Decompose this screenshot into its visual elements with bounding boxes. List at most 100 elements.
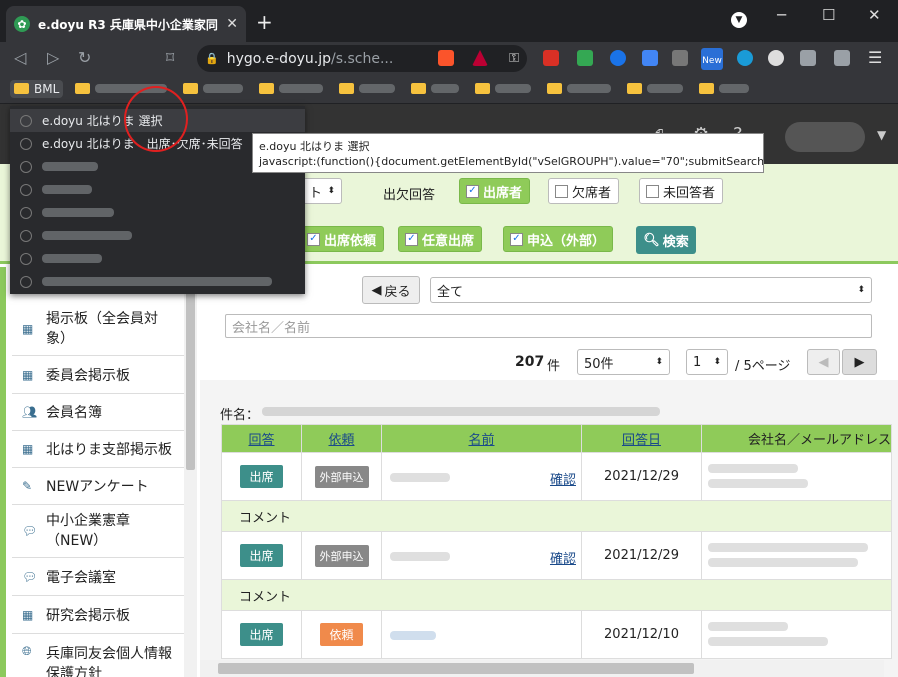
type-select[interactable]: ト ⬍ (302, 178, 342, 204)
browser-tab[interactable]: ✿ e.doyu R3 兵庫県中小企業家同友会 ✕ (6, 6, 246, 42)
request-checkbox-2[interactable]: ✓ 申込（外部） (503, 226, 614, 252)
tooltip-title: e.doyu 北はりま 選択 (259, 140, 370, 153)
globe-icon (20, 252, 32, 265)
attend-checkbox-0[interactable]: ✓ 出席者 (459, 178, 531, 204)
sidebar-item-study-board[interactable]: ▦ 研究会掲示板 (12, 596, 190, 634)
menu-item[interactable] (10, 201, 305, 224)
users-icon: 👥︎ (22, 405, 38, 419)
next-icon: ▶ (854, 354, 865, 370)
sidebar-item-board-all[interactable]: ▦ 掲示板（全会員対象） (12, 303, 190, 356)
confirm-link[interactable]: 確認 (550, 548, 576, 567)
extension-mouse-icon[interactable] (768, 50, 784, 66)
extension-red-icon[interactable] (543, 50, 559, 66)
menu-item[interactable] (10, 178, 305, 201)
request-checkbox-0[interactable]: ✓ 出席依頼 (300, 226, 385, 252)
comment-row: コメント (220, 500, 893, 532)
menu-item[interactable] (10, 224, 305, 247)
browser-toolbar: ◁ ▷ ↻ ⌑ 🔒 hygo.e-doyu.jp/s.sche... ⚿ New… (0, 42, 898, 74)
close-tab-icon[interactable]: ✕ (226, 16, 238, 32)
next-page-button[interactable]: ▶ (842, 349, 877, 375)
extension-arrow-icon[interactable] (642, 50, 658, 66)
scope-select[interactable]: 全て ⬍ (430, 277, 872, 303)
bookmark-folder[interactable] (695, 81, 753, 96)
bookmark-folder[interactable] (255, 81, 327, 96)
new-badge: New (702, 56, 722, 66)
bookmark-folder[interactable] (471, 81, 535, 96)
table-row: 出席 外部申込 確認 2021/12/29 (221, 452, 893, 501)
bookmark-folder[interactable] (407, 81, 463, 96)
result-count-unit: 件 (547, 359, 561, 374)
menu-item[interactable] (10, 247, 305, 270)
globe-icon: 🌐︎ (22, 644, 32, 658)
forward-icon[interactable]: ▷ (47, 48, 59, 67)
bookmark-folder[interactable] (623, 81, 687, 96)
reload-icon[interactable]: ↻ (78, 48, 91, 67)
sidebar-item-charter[interactable]: 💬︎ 中小企業憲章（NEW） (12, 505, 190, 558)
request-checkbox-1[interactable]: ✓ 任意出席 (398, 226, 483, 252)
new-tab-button[interactable]: + (256, 10, 273, 34)
search-button[interactable]: 🔍︎ 検索 (636, 226, 696, 254)
highlight-circle (124, 86, 188, 152)
extension-green-icon[interactable] (577, 50, 593, 66)
sidebar-item-committee-board[interactable]: ▦ 委員会掲示板 (12, 356, 190, 394)
back-button[interactable]: ◀ 戻る (362, 276, 420, 304)
key-icon[interactable]: ⚿ (509, 51, 519, 66)
extension-drop-icon[interactable] (610, 50, 626, 66)
globe-icon (20, 275, 32, 288)
table-row: 出席 外部申込 確認 2021/12/29 (221, 531, 893, 580)
menu-item[interactable] (10, 270, 305, 293)
brave-icon[interactable] (438, 50, 454, 66)
menu-icon[interactable]: ☰ (868, 48, 882, 67)
bookmark-icon[interactable]: ⌑ (166, 48, 174, 67)
total-pages: / 5ページ (735, 359, 791, 374)
extensions-puzzle-icon[interactable] (800, 50, 816, 66)
name-search-input[interactable]: 会社名／名前 (225, 314, 872, 338)
col-name[interactable]: 名前 (381, 424, 582, 453)
sidebar-item-conference[interactable]: 💬︎ 電子会議室 (12, 558, 190, 596)
search-icon: 🔍︎ (643, 232, 660, 248)
sidebar-item-member-list[interactable]: 👥︎ 会員名簿 (12, 394, 190, 431)
folder-icon (411, 83, 427, 94)
extension-bug-icon[interactable] (737, 50, 753, 66)
attendance-label: 出欠回答 (383, 188, 436, 203)
sidebar-item-survey[interactable]: ✎ NEWアンケート (12, 468, 190, 505)
profile-dropdown-icon[interactable]: ▼ (731, 12, 747, 28)
sidebar-scrollbar-thumb[interactable] (186, 270, 195, 470)
type-select-value: ト (309, 185, 323, 201)
bookmark-folder[interactable] (543, 81, 615, 96)
col-date[interactable]: 回答日 (581, 424, 702, 453)
col-answer[interactable]: 回答 (221, 424, 302, 453)
avatar[interactable] (785, 122, 865, 152)
bookmark-folder[interactable] (179, 81, 247, 96)
sidebar-item-privacy[interactable]: 🌐︎ 兵庫同友会個人情報保護方針 (12, 634, 190, 677)
request-badge: 外部申込 (314, 465, 369, 488)
per-page-select[interactable]: 50件 ⬍ (577, 349, 670, 375)
sidebar-item-branch-board[interactable]: ▦ 北はりま支部掲示板 (12, 431, 190, 468)
bookmark-folder[interactable] (335, 81, 399, 96)
url-host: hygo.e-doyu.jp (226, 50, 332, 67)
col-request[interactable]: 依頼 (301, 424, 382, 453)
page-select[interactable]: 1 ⬍ (686, 349, 728, 375)
checkbox-icon (646, 184, 659, 198)
answer-date: 2021/12/29 (581, 531, 702, 580)
extension-ap-icon[interactable] (672, 50, 688, 66)
horizontal-scrollbar-thumb[interactable] (218, 663, 694, 674)
chevron-down-icon[interactable]: ▼ (877, 128, 886, 142)
wallet-icon[interactable] (834, 50, 850, 66)
attend-checkbox-1[interactable]: 欠席者 (548, 178, 620, 204)
minimize-icon[interactable]: ─ (777, 6, 786, 24)
back-icon[interactable]: ◁ (14, 48, 26, 67)
answer-badge: 出席 (240, 465, 283, 488)
extension-new-icon[interactable]: New (701, 48, 723, 70)
request-badge: 依頼 (320, 623, 363, 646)
confirm-link[interactable]: 確認 (550, 469, 576, 488)
maximize-icon[interactable]: ☐ (822, 6, 835, 24)
attend-checkbox-2[interactable]: 未回答者 (639, 178, 724, 204)
prev-page-button[interactable]: ◀ (807, 349, 840, 375)
bookmark-folder-bml[interactable]: BML (10, 79, 64, 98)
globe-icon (20, 229, 32, 242)
site-favicon-icon: ✿ (14, 16, 30, 32)
folder-icon (75, 83, 91, 94)
results-table: 回答 依頼 名前 回答日 会社名／メールアドレス 出席 外部申込 確認 2021… (220, 424, 893, 659)
close-window-icon[interactable]: ✕ (868, 6, 881, 24)
